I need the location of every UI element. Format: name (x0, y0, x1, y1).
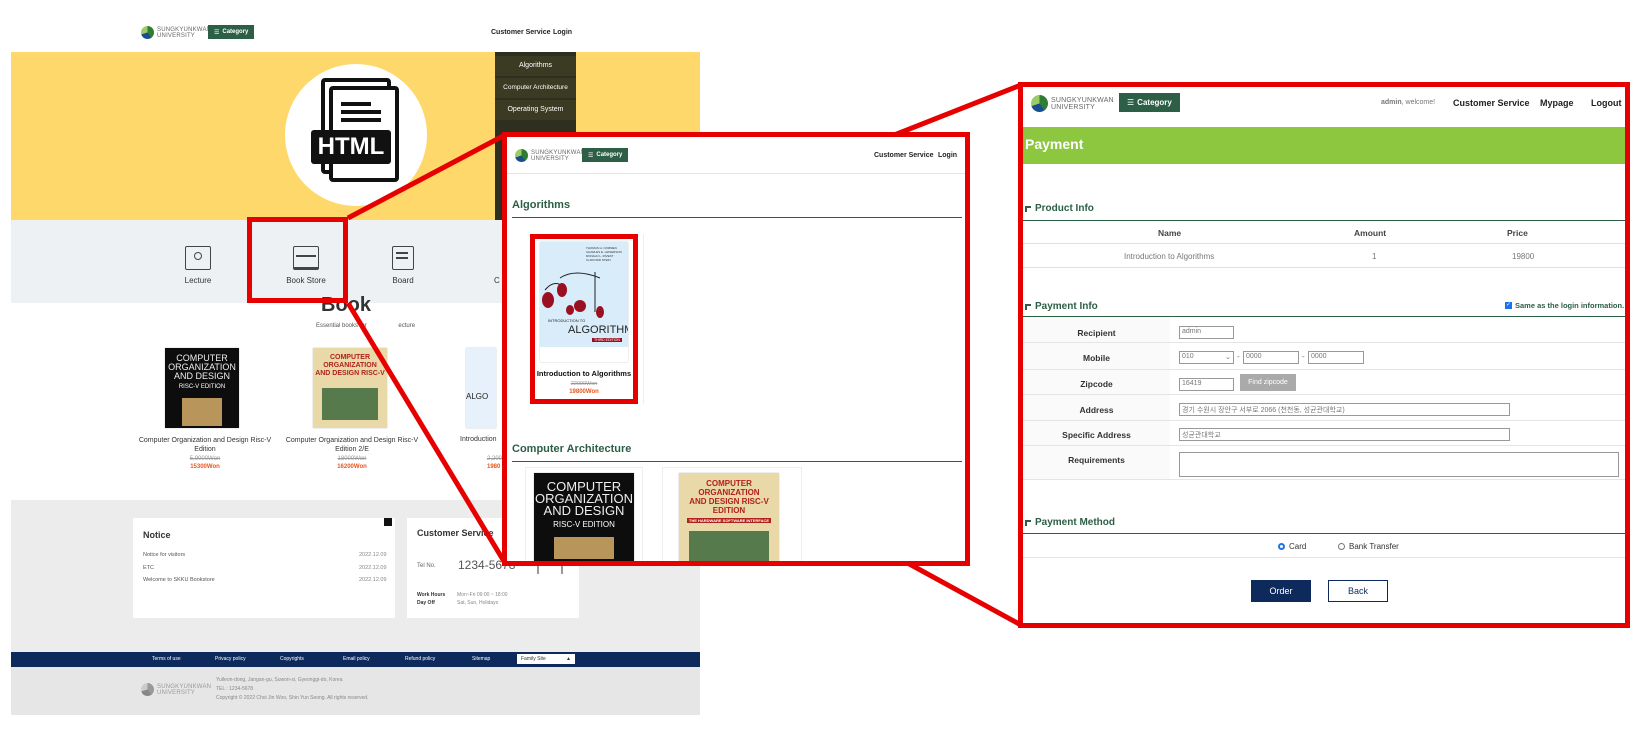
payment-page-panel: SUNGKYUNKWAN UNIVERSITY ☰ Category admin, … (1018, 82, 1630, 628)
middle-logo[interactable]: SUNGKYUNKWAN UNIVERSITY (515, 149, 585, 162)
payment-logo[interactable]: SUNGKYUNKWAN UNIVERSITY (1031, 95, 1114, 112)
product-info-heading: Product Info (1025, 203, 1094, 214)
book-title[interactable]: Introduction to Algorithms (535, 369, 633, 378)
book-old-price: 22000Won (570, 381, 598, 387)
back-button[interactable]: Back (1328, 580, 1388, 602)
mobile-last-input[interactable]: 0000 (1308, 351, 1364, 364)
row-divider (1023, 267, 1625, 268)
book-card-empty (643, 234, 644, 404)
address-label: Address (1079, 405, 1114, 415)
mobile-label: Mobile (1083, 353, 1110, 363)
radio-selected-icon[interactable] (1278, 543, 1285, 550)
zipcode-input[interactable]: 16419 (1179, 378, 1234, 391)
book-cover-cod-riscv[interactable]: COMPUTER ORGANIZATION AND DESIGN RISC-V EDI… (534, 473, 634, 561)
col-amount: Amount (1354, 228, 1387, 238)
section-divider (1023, 533, 1625, 534)
flag-icon (1025, 519, 1031, 526)
payment-title: Payment (1025, 136, 1084, 152)
payment-method-heading: Payment Method (1025, 517, 1115, 528)
specific-address-label: Specific Address (1062, 430, 1131, 440)
welcome-text: admin, welcome! (1381, 99, 1436, 106)
col-name: Name (1158, 228, 1182, 238)
method-divider (1023, 557, 1625, 558)
header-divider (507, 173, 965, 174)
checkbox-checked-icon[interactable]: ✓ (1505, 302, 1512, 309)
mobile-middle-input[interactable]: 0000 (1243, 351, 1299, 364)
skku-logo-icon (515, 149, 528, 162)
payment-info-heading: Payment Info (1025, 301, 1098, 312)
table-header-divider (1023, 243, 1625, 244)
customer-service-link[interactable]: Customer Service (1453, 98, 1530, 108)
book-price: 19800Won (569, 389, 599, 395)
requirements-label: Requirements (1068, 455, 1125, 465)
radio-unselected-icon[interactable] (1338, 543, 1345, 550)
row-divider (1023, 369, 1625, 370)
book-card-algorithms[interactable]: THOMAS H. CORMEN CHARLES E. LEISERSON RONA… (530, 234, 638, 404)
category-button[interactable]: ☰ Category (1119, 93, 1180, 112)
row-amount: 1 (1372, 252, 1377, 261)
card-radio[interactable]: Card (1278, 542, 1306, 551)
chevron-down-icon: ⌄ (1225, 354, 1231, 361)
row-divider (1023, 445, 1625, 446)
recipient-label: Recipient (1077, 328, 1116, 338)
flag-icon (1025, 205, 1031, 212)
col-price: Price (1507, 228, 1528, 238)
login-link[interactable]: Login (938, 152, 957, 159)
mobile-art-icon (542, 272, 604, 318)
section-divider (512, 217, 962, 218)
row-divider (1023, 479, 1625, 480)
flag-icon (1025, 303, 1031, 310)
order-button[interactable]: Order (1251, 580, 1311, 602)
logout-link[interactable]: Logout (1591, 98, 1622, 108)
book-cover-cod-riscv-2e[interactable]: COMPUTER ORGANIZATION AND DESIGN RISC-V E… (679, 473, 779, 561)
menu-icon: ☰ (588, 152, 594, 159)
payment-title-bar (1023, 127, 1625, 164)
section-divider (1023, 220, 1625, 221)
row-divider (1023, 342, 1625, 343)
category-button[interactable]: ☰ Category (582, 148, 629, 162)
menu-icon: ☰ (1127, 98, 1135, 107)
category-page-panel: SUNGKYUNKWAN UNIVERSITY ☰ Category Custome… (502, 132, 970, 566)
skku-logo-icon (1031, 95, 1048, 112)
row-name: Introduction to Algorithms (1124, 252, 1215, 261)
same-as-login-checkbox[interactable]: ✓ Same as the login information. (1505, 301, 1624, 310)
mobile-prefix-select[interactable]: 010 ⌄ (1179, 351, 1234, 364)
bank-transfer-radio[interactable]: Bank Transfer (1338, 542, 1399, 551)
book-cover-algorithms: THOMAS H. CORMEN CHARLES E. LEISERSON RONA… (540, 242, 628, 362)
specific-address-input[interactable]: 성균관대학교 (1179, 428, 1510, 441)
recipient-input[interactable]: admin (1179, 326, 1234, 339)
row-price: 19800 (1512, 252, 1535, 261)
customer-service-link[interactable]: Customer Service (874, 152, 934, 159)
section-title-algorithms: Algorithms (512, 199, 571, 211)
mypage-link[interactable]: Mypage (1540, 98, 1574, 108)
requirements-textarea[interactable] (1179, 452, 1619, 477)
find-zipcode-button[interactable]: Find zipcode (1240, 374, 1296, 391)
zipcode-label: Zipcode (1080, 379, 1113, 389)
address-input[interactable]: 경기 수원시 장안구 서부로 2066 (천천동, 성균관대학교) (1179, 403, 1510, 416)
section-divider (512, 461, 962, 462)
row-divider (1023, 420, 1625, 421)
section-title-computer-architecture: Computer Architecture (512, 443, 632, 455)
row-divider (1023, 394, 1625, 395)
